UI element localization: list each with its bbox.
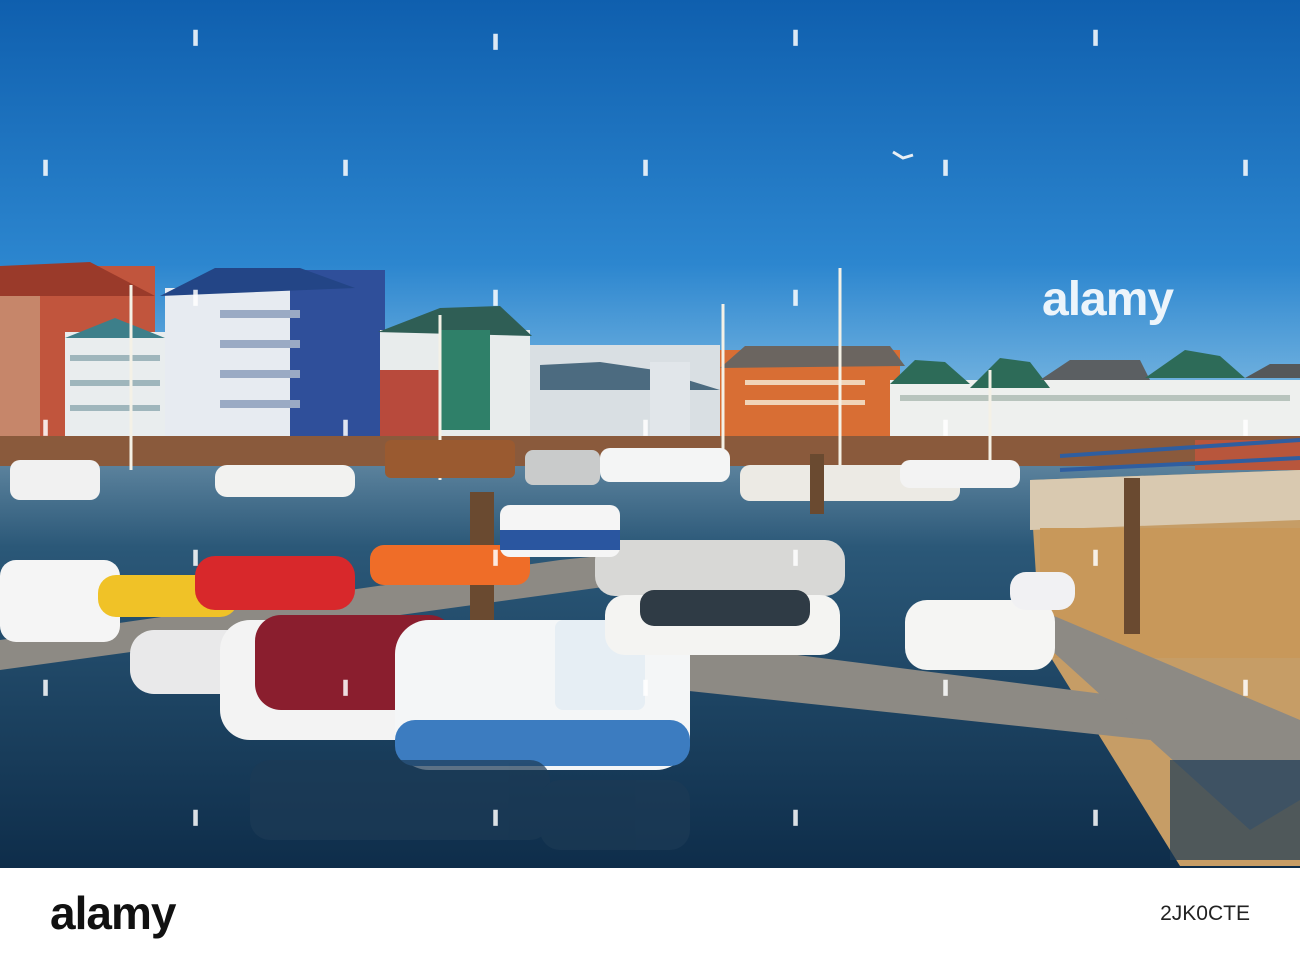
building-green-left <box>65 318 165 436</box>
alamy-a-icon: ▮ <box>1242 676 1249 698</box>
alamy-a-icon: ▮ <box>792 286 799 308</box>
alamy-a-icon: ▮ <box>1092 26 1099 48</box>
alamy-a-icon: ▮ <box>492 806 499 828</box>
image-id: 2JK0CTE <box>1160 902 1250 925</box>
alamy-a-icon: ▮ <box>192 286 199 308</box>
alamy-a-icon: ▮ <box>492 286 499 308</box>
alamy-a-icon: ▮ <box>42 156 49 178</box>
alamy-a-icon: ▮ <box>642 156 649 178</box>
alamy-a-icon: ▮ <box>792 26 799 48</box>
watermark-logo: alamy <box>1042 273 1174 326</box>
alamy-a-icon: ▮ <box>792 546 799 568</box>
building-green-center <box>378 306 532 436</box>
alamy-a-icon: ▮ <box>192 806 199 828</box>
alamy-a-icon: ▮ <box>492 30 499 52</box>
alamy-a-icon: ▮ <box>792 806 799 828</box>
alamy-a-icon: ▮ <box>1092 546 1099 568</box>
alamy-logo[interactable]: alamy <box>50 886 176 940</box>
alamy-a-icon: ▮ <box>642 416 649 438</box>
alamy-a-icon: ▮ <box>642 676 649 698</box>
marina-photo: ▮ ▮ ▮ ▮ ▮ ▮ ▮ ▮ ▮ ▮ ▮ ▮ ▮ ▮ ▮ ▮ ▮ ▮ ▮ ▮ … <box>0 0 1300 868</box>
alamy-a-icon: ▮ <box>1242 416 1249 438</box>
alamy-a-icon: ▮ <box>192 546 199 568</box>
alamy-a-icon: ▮ <box>942 676 949 698</box>
alamy-a-icon: ▮ <box>942 156 949 178</box>
alamy-a-icon: ▮ <box>342 156 349 178</box>
alamy-a-icon: ▮ <box>492 546 499 568</box>
alamy-a-icon: ▮ <box>342 416 349 438</box>
alamy-a-icon: ▮ <box>1092 806 1099 828</box>
alamy-a-icon: ▮ <box>42 676 49 698</box>
alamy-a-icon: ▮ <box>342 676 349 698</box>
alamy-a-icon: ▮ <box>1242 156 1249 178</box>
building-mid <box>530 345 720 436</box>
building-orange <box>720 346 905 436</box>
footer-bar: alamy 2JK0CTE <box>0 868 1300 956</box>
alamy-a-icon: ▮ <box>192 26 199 48</box>
alamy-a-icon: ▮ <box>942 416 949 438</box>
alamy-a-icon: ▮ <box>42 416 49 438</box>
